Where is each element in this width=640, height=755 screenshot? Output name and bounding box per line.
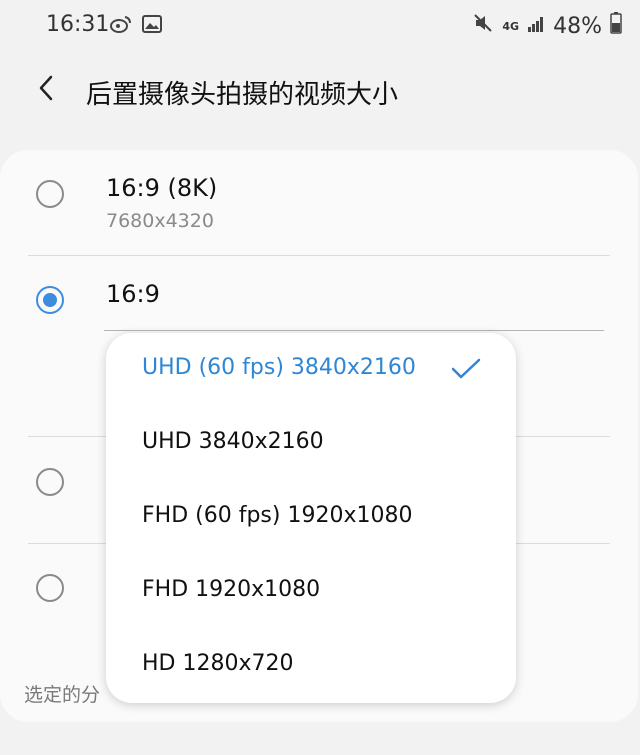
weibo-icon xyxy=(110,14,132,38)
radio-button[interactable] xyxy=(36,468,64,496)
dropdown-item-label: FHD 1920x1080 xyxy=(142,577,321,602)
dropdown-item-label: FHD (60 fps) 1920x1080 xyxy=(142,503,413,528)
status-right: 4G 48% xyxy=(472,12,622,40)
option-16-9-8k[interactable]: 16:9 (8K) 7680x4320 xyxy=(0,150,638,255)
back-button[interactable] xyxy=(28,72,64,108)
dropdown-item[interactable]: UHD 3840x2160 xyxy=(106,407,516,481)
footer-note: 选定的分 xyxy=(24,684,101,706)
battery-text: 48% xyxy=(553,13,602,39)
resolution-dropdown: UHD (60 fps) 3840x2160 UHD 3840x2160 FHD… xyxy=(106,333,516,703)
page-title: 后置摄像头拍摄的视频大小 xyxy=(86,80,399,110)
option-title: 16:9 (8K) xyxy=(106,174,218,202)
dropdown-item[interactable]: FHD 1920x1080 xyxy=(106,555,516,629)
battery-icon xyxy=(610,12,622,40)
status-bar: 16:31 4G 48% xyxy=(0,0,640,54)
mute-icon xyxy=(472,12,494,40)
status-left-icons xyxy=(110,14,162,38)
dropdown-item-label: UHD (60 fps) 3840x2160 xyxy=(142,355,416,380)
dropdown-item[interactable]: HD 1280x720 xyxy=(106,629,516,703)
dropdown-item-label: UHD 3840x2160 xyxy=(142,429,324,454)
radio-button[interactable] xyxy=(36,574,64,602)
header: 后置摄像头拍摄的视频大小 xyxy=(0,54,640,124)
dropdown-item[interactable]: UHD (60 fps) 3840x2160 xyxy=(106,333,516,407)
option-title: 16:9 xyxy=(106,280,160,308)
check-icon xyxy=(450,357,482,385)
signal-icon xyxy=(527,14,545,39)
status-time: 16:31 xyxy=(46,12,110,37)
dropdown-item-label: HD 1280x720 xyxy=(142,651,294,676)
chevron-left-icon xyxy=(37,74,55,106)
dropdown-underline xyxy=(104,330,604,331)
image-icon xyxy=(142,14,162,38)
radio-button-checked[interactable] xyxy=(36,286,64,314)
network-label: 4G xyxy=(502,19,520,33)
dropdown-item[interactable]: FHD (60 fps) 1920x1080 xyxy=(106,481,516,555)
option-subtitle: 7680x4320 xyxy=(106,210,214,232)
radio-button[interactable] xyxy=(36,180,64,208)
